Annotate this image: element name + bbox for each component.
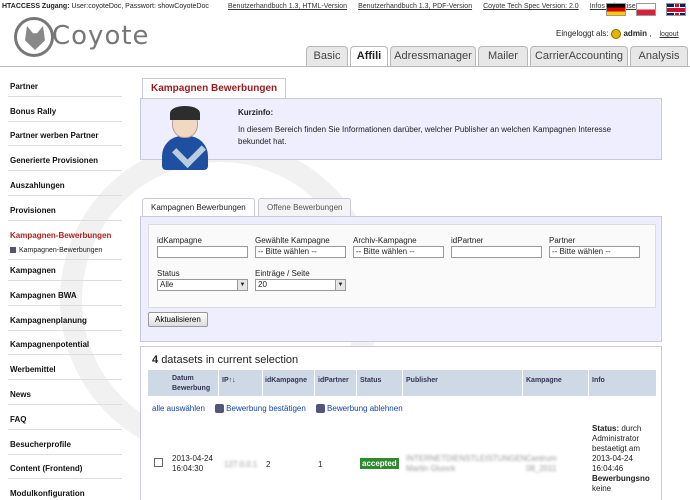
user-avatar-icon: [158, 106, 214, 170]
sidebar-subitem-kampagnen-bewerbungen[interactable]: Kampagnen-Bewerbungen: [10, 247, 102, 254]
htaccess-info: HTACCESS Zugang: User:coyoteDoc, Passwor…: [2, 3, 209, 10]
sidebar-item-besucherprofile[interactable]: Besucherprofile: [10, 440, 71, 449]
tab-basic[interactable]: Basic: [306, 46, 348, 66]
sidebar-item-werbemittel[interactable]: Werbemittel: [10, 365, 56, 374]
label-status: Status: [157, 269, 180, 278]
col-publisher[interactable]: Publisher: [406, 370, 516, 396]
link-handbook-pdf[interactable]: Benutzerhandbuch 1.3, PDF-Version: [358, 3, 472, 10]
sidebar-item-kampagnenpotential[interactable]: Kampagnenpotential: [10, 340, 89, 349]
status-select[interactable]: Alle ▼: [157, 279, 248, 291]
label-eintraege: Einträge / Seite: [255, 269, 310, 278]
table-row: 2013-04-24 16:04:30 127.0.0.1 2 1 accept…: [148, 422, 656, 500]
eintraege-select[interactable]: 20 ▼: [255, 279, 346, 291]
sidebar-item-generierte-provisionen[interactable]: Generierte Provisionen: [10, 156, 98, 165]
top-links: Benutzerhandbuch 1.3, HTML-Version Benutz…: [228, 3, 649, 10]
login-info: Eingeloggt als: admin , logout: [556, 29, 679, 39]
main-tabs: Basic Affili Adressmanager Mailer Carrie…: [0, 46, 690, 67]
link-handbook-html[interactable]: Benutzerhandbuch 1.3, HTML-Version: [228, 3, 347, 10]
gewaehlte-kampagne-select[interactable]: -- Bitte wählen --: [255, 246, 346, 258]
sidebar-item-auszahlungen[interactable]: Auszahlungen: [10, 181, 65, 190]
row-checkbox[interactable]: [154, 458, 163, 467]
tab-adressmanager[interactable]: Adressmanager: [390, 46, 476, 66]
reject-application-button[interactable]: Bewerbung ablehnen: [316, 404, 403, 414]
idkampagne-input[interactable]: [157, 246, 248, 258]
sidebar-item-modulkonfiguration[interactable]: Modulkonfiguration: [10, 489, 85, 498]
cell-ip: 127.0.0.1: [224, 460, 258, 469]
label-partner: Partner: [549, 236, 576, 245]
cell-publisher: INTERNETDIENSTLEISTUNGEN Martin Gluock: [406, 454, 527, 473]
tab-mailer[interactable]: Mailer: [478, 46, 528, 66]
aktualisieren-button[interactable]: Aktualisieren: [148, 312, 208, 327]
sidebar-item-content-frontend[interactable]: Content (Frontend): [10, 464, 82, 473]
page-title: Kampagnen Bewerbungen: [142, 78, 287, 98]
confirm-application-button[interactable]: Bewerbung bestätigen: [215, 404, 306, 414]
username: admin: [623, 29, 648, 39]
sidebar-item-news[interactable]: News: [10, 390, 31, 399]
col-kampagne[interactable]: Kampagne: [526, 370, 586, 396]
link-tech-spec[interactable]: Coyote Tech Spec Version: 2.0: [483, 3, 579, 10]
info-text: In diesem Bereich finden Sie Information…: [238, 125, 612, 146]
top-info-bar: HTACCESS Zugang: User:coyoteDoc, Passwor…: [0, 0, 690, 16]
partner-select[interactable]: -- Bitte wählen --: [549, 246, 640, 258]
col-status[interactable]: Status: [360, 370, 400, 396]
info-title: Kurzinfo:: [238, 108, 274, 117]
chevron-down-icon: ▼: [237, 280, 247, 290]
col-info[interactable]: Info: [592, 370, 652, 396]
sidebar-item-provisionen[interactable]: Provisionen: [10, 206, 56, 215]
user-icon: [611, 29, 622, 39]
confirm-icon: [215, 404, 225, 414]
sidebar-item-partner-werben[interactable]: Partner werben Partner: [10, 131, 98, 140]
status-badge: accepted: [360, 458, 399, 469]
select-all-link[interactable]: alle auswählen: [152, 404, 205, 413]
cell-idkampagne: 2: [266, 460, 271, 469]
label-idpartner: idPartner: [451, 236, 484, 245]
sidebar-item-kampagnenplanung[interactable]: Kampagnenplanung: [10, 316, 87, 325]
sidebar-item-partner[interactable]: Partner: [10, 82, 38, 91]
archiv-kampagne-select[interactable]: -- Bitte wählen --: [353, 246, 444, 258]
cell-idpartner: 1: [318, 460, 323, 469]
sidebar: Partner Bonus Rally Partner werben Partn…: [0, 72, 124, 500]
col-ip[interactable]: IP↑↓: [222, 370, 262, 396]
cell-datum: 2013-04-24 16:04:30: [172, 454, 213, 473]
result-count: 4 datasets in current selection: [152, 354, 299, 366]
chevron-down-icon: ▼: [335, 280, 345, 290]
col-idpartner[interactable]: idPartner: [318, 370, 356, 396]
tab-offene-bewerbungen[interactable]: Offene Bewerbungen: [258, 198, 352, 216]
label-archiv-kampagne: Archiv-Kampagne: [353, 236, 417, 245]
col-datum[interactable]: Datum Bewerbung: [172, 370, 218, 396]
table-header: Datum Bewerbung IP↑↓ idKampagne idPartne…: [148, 370, 656, 396]
cell-info: Status: durch Administrator bestaetigt a…: [592, 424, 650, 493]
label-gewaehlte-kampagne: Gewählte Kampagne: [255, 236, 330, 245]
col-idkampagne[interactable]: idKampagne: [265, 370, 315, 396]
list-icon: [10, 247, 16, 254]
tab-carrieraccounting[interactable]: CarrierAccounting: [530, 46, 628, 66]
sidebar-item-bonus-rally[interactable]: Bonus Rally: [10, 107, 56, 116]
sidebar-item-kampagnen-bwa[interactable]: Kampagnen BWA: [10, 291, 77, 300]
sidebar-item-kampagnen[interactable]: Kampagnen: [10, 266, 56, 275]
tab-affili[interactable]: Affili: [350, 46, 388, 67]
sidebar-item-faq[interactable]: FAQ: [10, 415, 26, 424]
logout-link[interactable]: logout: [660, 31, 679, 38]
sort-icon[interactable]: ↑↓: [229, 377, 236, 384]
sidebar-item-kampagnen-bewerbungen[interactable]: Kampagnen-Bewerbungen: [10, 231, 111, 240]
header-divider: [0, 66, 690, 67]
reject-icon: [316, 404, 326, 414]
tab-kampagnen-bewerbungen[interactable]: Kampagnen Bewerbungen: [142, 198, 255, 216]
cell-kampagne: Centrum 08_2011: [526, 454, 557, 473]
idpartner-input[interactable]: [451, 246, 542, 258]
tab-analysis[interactable]: Analysis: [630, 46, 688, 66]
bulk-actions: alle auswählen Bewerbung bestätigen Bewe…: [152, 404, 411, 414]
label-idkampagne: idKampagne: [157, 236, 202, 245]
